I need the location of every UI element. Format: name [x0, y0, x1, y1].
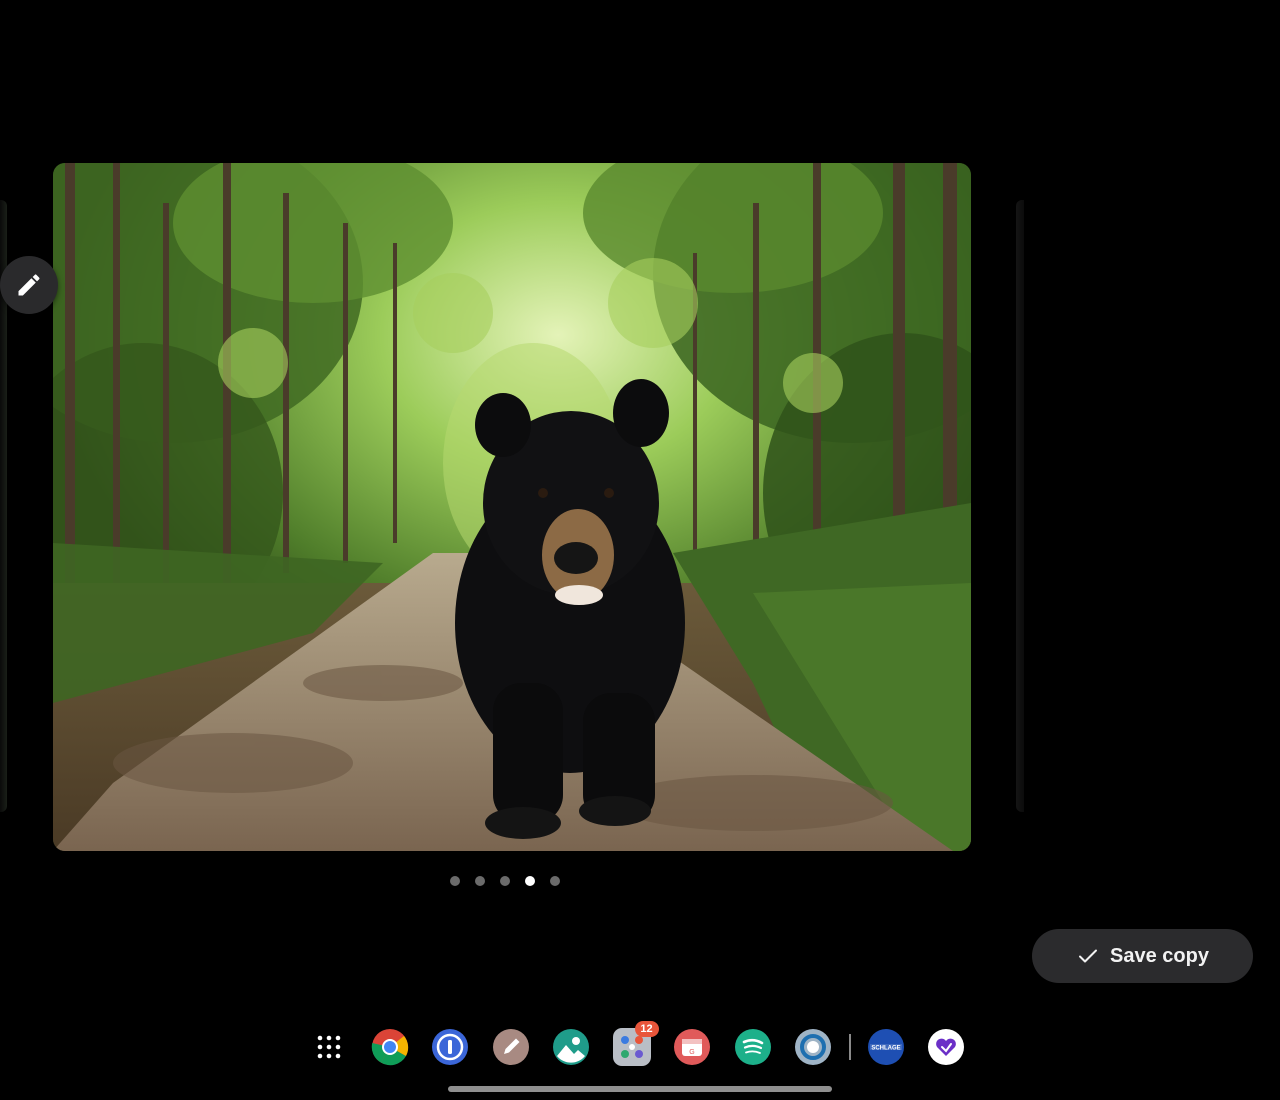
taskbar: 12 G SCHLAGE — [310, 1021, 988, 1070]
mail-icon: G — [674, 1029, 710, 1065]
spotify-app[interactable] — [734, 1028, 772, 1066]
next-image-peek[interactable] — [1016, 200, 1024, 812]
main-photo[interactable] — [53, 163, 971, 851]
gallery-icon — [553, 1029, 589, 1065]
edit-button[interactable] — [0, 256, 58, 314]
save-copy-button[interactable]: Save copy — [1032, 929, 1253, 983]
chrome-app[interactable] — [371, 1028, 409, 1066]
save-copy-label: Save copy — [1110, 944, 1209, 967]
ring-app[interactable] — [794, 1028, 832, 1066]
checkmark-icon — [1079, 949, 1098, 963]
page-dot-2[interactable] — [475, 876, 485, 886]
home-gesture-bar[interactable] — [448, 1086, 832, 1092]
page-dot-3[interactable] — [500, 876, 510, 886]
app-drawer-button[interactable] — [310, 1028, 348, 1066]
grid-dots-icon — [317, 1035, 341, 1059]
mail-app[interactable]: G — [673, 1028, 711, 1066]
pen-app[interactable] — [492, 1028, 530, 1066]
1password-icon — [432, 1029, 468, 1065]
chrome-icon — [371, 1029, 408, 1066]
taskbar-divider — [848, 1034, 851, 1060]
page-dot-1[interactable] — [450, 876, 460, 886]
bear-forest-photo — [53, 163, 971, 851]
gallery-app[interactable] — [552, 1028, 590, 1066]
image-viewer-screen: Save copy 12 G SCHLAGE — [0, 0, 1280, 1100]
1password-app[interactable] — [431, 1028, 469, 1066]
pencil-icon — [18, 274, 40, 296]
page-dot-5[interactable] — [550, 876, 560, 886]
ring-icon — [795, 1029, 831, 1065]
folder-notification-badge: 12 — [634, 1021, 659, 1037]
schlage-app[interactable]: SCHLAGE — [867, 1028, 905, 1066]
page-indicator — [450, 876, 560, 886]
heart-icon — [928, 1029, 964, 1065]
schlage-icon: SCHLAGE — [867, 1029, 904, 1065]
folder-app[interactable]: 12 — [612, 1021, 659, 1066]
pen-icon — [492, 1029, 529, 1065]
spotify-icon — [734, 1029, 771, 1065]
svg-text:SCHLAGE: SCHLAGE — [871, 1046, 900, 1052]
heart-app[interactable] — [927, 1028, 965, 1066]
svg-text:G: G — [689, 1049, 694, 1056]
page-dot-4-active[interactable] — [525, 876, 535, 886]
